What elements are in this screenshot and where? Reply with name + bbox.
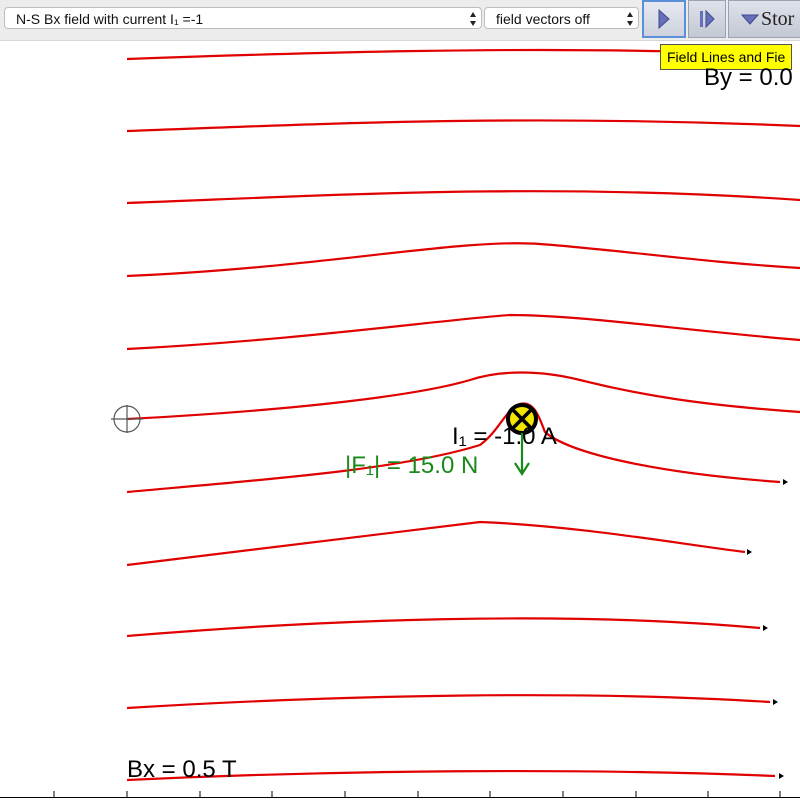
bottom-axis — [0, 791, 800, 798]
field-line — [126, 371, 800, 421]
force-readout: |F₁| = 15.0 N — [345, 452, 479, 479]
field-line — [126, 190, 800, 205]
arrowhead-icon — [783, 479, 788, 485]
field-line — [126, 617, 761, 638]
field-line — [126, 313, 800, 351]
arrowhead-icon — [779, 773, 784, 779]
field-line — [126, 48, 691, 61]
field-canvas — [0, 48, 800, 798]
field-line — [126, 694, 771, 710]
by-readout: By = 0.0 — [704, 64, 793, 91]
field-line — [126, 520, 746, 567]
arrowhead-icon — [763, 625, 768, 631]
current-readout: I₁ = -1.0 A — [452, 423, 557, 450]
arrowhead-icon — [773, 699, 778, 705]
arrowhead-icon — [747, 549, 752, 555]
field-line — [126, 242, 800, 278]
field-line-arrowheads — [747, 479, 788, 779]
crosshair-icon[interactable] — [111, 405, 143, 433]
field-line — [126, 119, 800, 133]
bx-readout: Bx = 0.5 T — [127, 756, 237, 783]
field-lines — [126, 48, 800, 782]
